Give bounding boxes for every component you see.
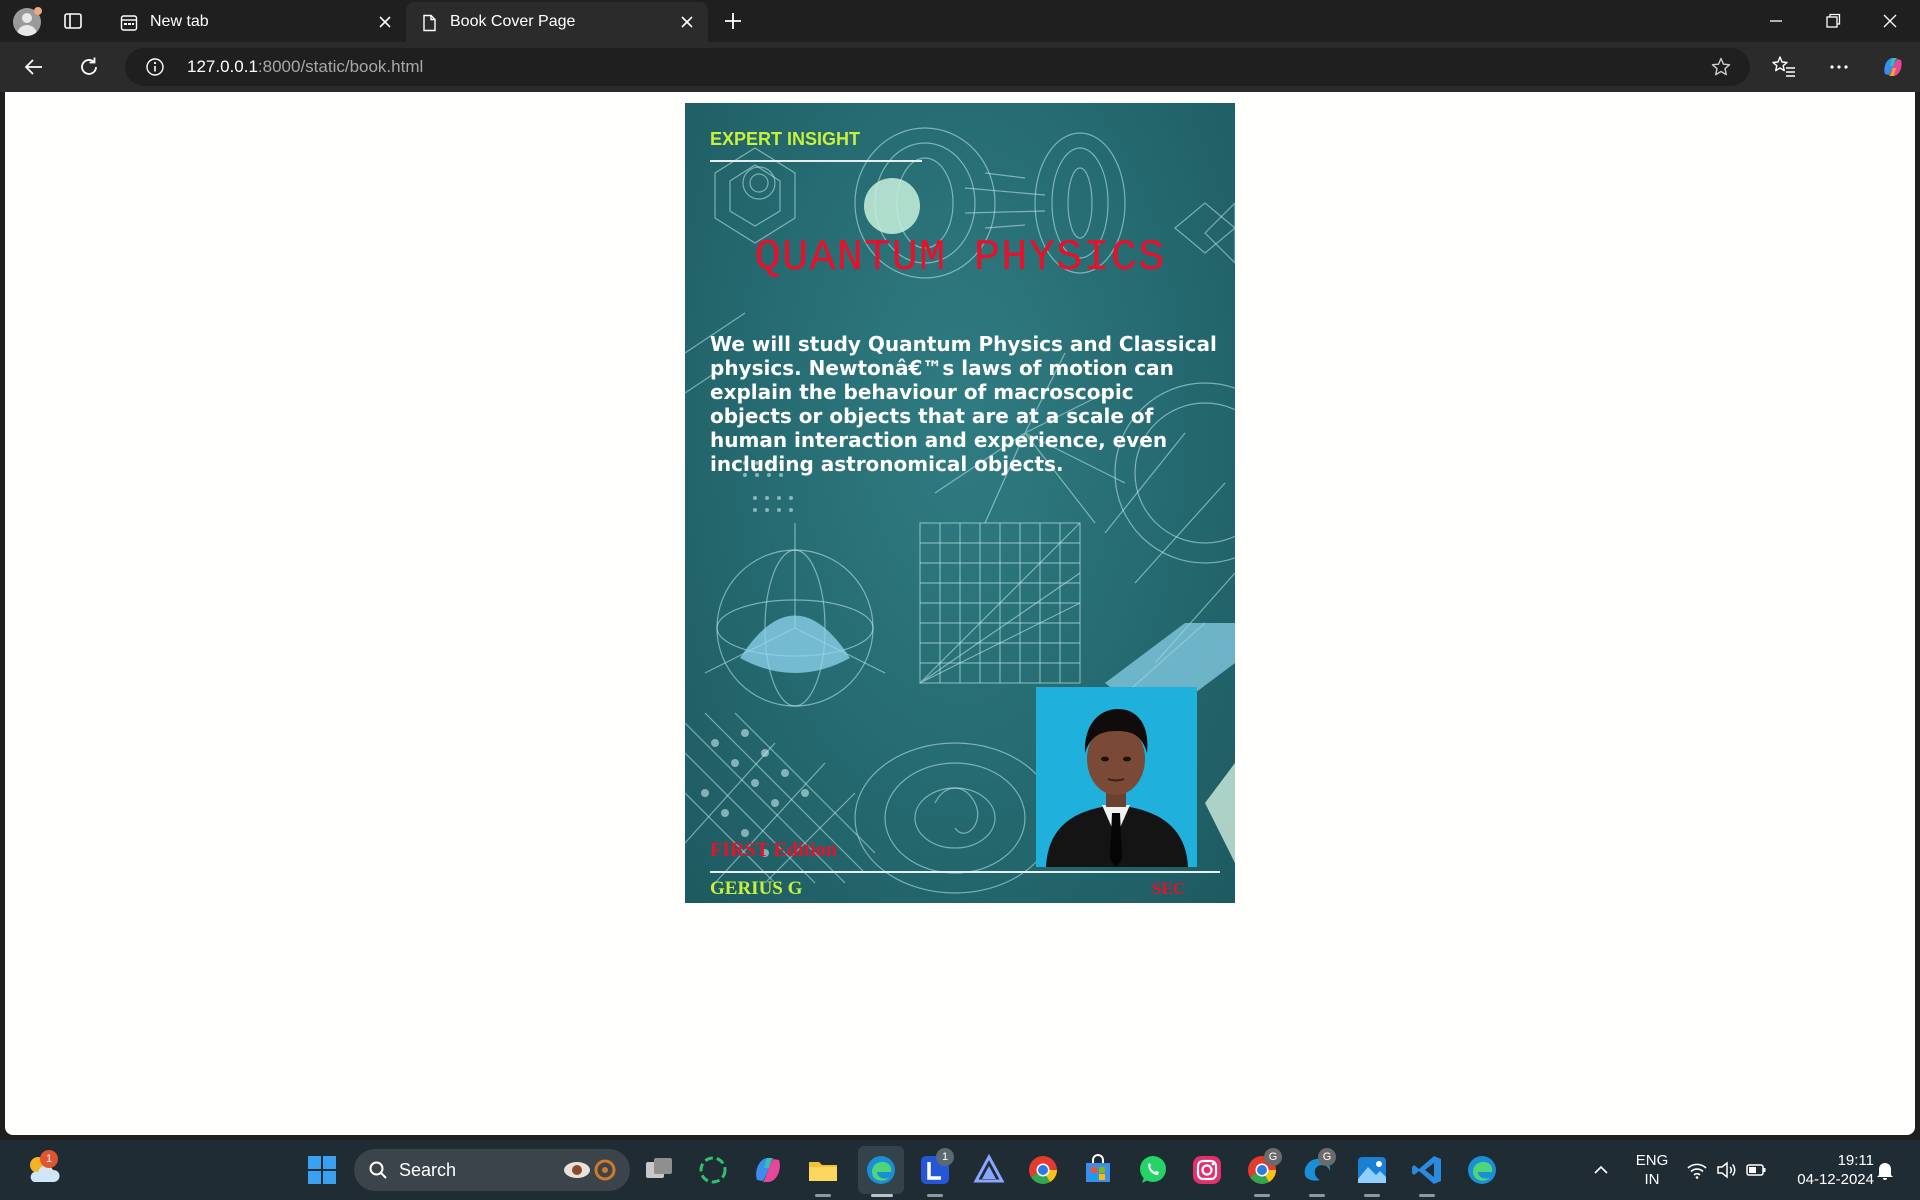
restore-icon[interactable] xyxy=(1822,10,1844,32)
page-viewport: EXPERT INSIGHT QUANTUM PHYSICS We will s… xyxy=(5,92,1915,1135)
refresh-app-icon[interactable] xyxy=(696,1153,730,1187)
chrome-profile-badge: G xyxy=(1264,1148,1282,1166)
notification-bell-icon[interactable] xyxy=(1874,1159,1896,1181)
windows-start-icon[interactable] xyxy=(305,1153,339,1187)
search-highlight-icon xyxy=(564,1159,616,1181)
tab-label: New tab xyxy=(150,13,209,30)
tab-book-cover-page[interactable]: Book Cover Page xyxy=(406,2,708,42)
url-path: :8000/static/book.html xyxy=(257,57,424,76)
author-photo xyxy=(1036,687,1197,867)
weather-badge: 1 xyxy=(40,1150,58,1168)
close-tab-icon[interactable] xyxy=(376,13,394,31)
wifi-icon[interactable] xyxy=(1686,1159,1708,1181)
divider xyxy=(710,871,1220,873)
date: 04-12-2024 xyxy=(1797,1171,1874,1188)
edge-icon[interactable] xyxy=(864,1153,898,1187)
edge-profile-badge: G xyxy=(1318,1148,1336,1166)
language-code: ENG xyxy=(1635,1152,1669,1169)
running-indicator xyxy=(1419,1194,1435,1197)
lens-badge: 1 xyxy=(936,1148,954,1166)
tab-actions-icon[interactable] xyxy=(63,11,83,31)
affine-icon[interactable] xyxy=(972,1153,1006,1187)
publisher-name: SEC xyxy=(1151,879,1185,898)
more-options-icon[interactable] xyxy=(1826,54,1852,80)
search-label: Search xyxy=(399,1160,457,1180)
volume-icon[interactable] xyxy=(1715,1159,1737,1181)
search-icon xyxy=(369,1161,387,1179)
file-explorer-icon[interactable] xyxy=(806,1153,840,1187)
series-label: EXPERT INSIGHT xyxy=(710,129,861,149)
windows-taskbar: 1 Search 1 G G ENG IN 19:11 04-12-2024 xyxy=(0,1140,1920,1200)
chrome-icon[interactable] xyxy=(1026,1153,1060,1187)
edition-label: FIRST Edition xyxy=(710,839,837,861)
minimize-icon[interactable] xyxy=(1765,10,1787,32)
region-code: IN xyxy=(1644,1171,1660,1188)
running-indicator xyxy=(815,1194,831,1197)
site-info-icon[interactable] xyxy=(145,57,165,77)
input-language-indicator[interactable]: ENG IN xyxy=(1632,1151,1672,1189)
vscode-icon[interactable] xyxy=(1410,1153,1444,1187)
copilot-icon[interactable] xyxy=(1880,54,1906,80)
profile-notification-dot xyxy=(34,7,42,15)
new-tab-page-icon xyxy=(120,15,138,31)
battery-icon[interactable] xyxy=(1745,1159,1767,1181)
book-title: QUANTUM PHYSICS xyxy=(754,233,1166,283)
address-bar[interactable]: 127.0.0.1:8000/static/book.html xyxy=(125,48,1750,86)
page-icon xyxy=(423,14,436,32)
title-bar: New tab Book Cover Page xyxy=(0,0,1920,42)
running-indicator xyxy=(871,1194,893,1197)
close-tab-icon[interactable] xyxy=(678,13,696,31)
whatsapp-icon[interactable] xyxy=(1136,1153,1170,1187)
edge-dev-icon[interactable] xyxy=(1465,1153,1499,1187)
taskbar-search-box[interactable]: Search xyxy=(354,1149,630,1191)
back-arrow-icon[interactable] xyxy=(21,54,47,80)
tab-new-tab[interactable]: New tab xyxy=(106,2,406,42)
clock[interactable]: 19:11 04-12-2024 xyxy=(1780,1151,1874,1189)
running-indicator xyxy=(927,1194,943,1197)
url-text[interactable]: 127.0.0.1:8000/static/book.html xyxy=(187,57,423,77)
task-view-icon[interactable] xyxy=(642,1153,676,1187)
instagram-icon[interactable] xyxy=(1190,1153,1224,1187)
author-portrait-illustration xyxy=(1036,687,1197,867)
book-cover: EXPERT INSIGHT QUANTUM PHYSICS We will s… xyxy=(685,103,1235,903)
new-tab-plus-icon[interactable] xyxy=(722,10,744,32)
show-hidden-icons-chevron-icon[interactable] xyxy=(1592,1161,1610,1179)
running-indicator xyxy=(1309,1194,1325,1197)
refresh-icon[interactable] xyxy=(76,54,102,80)
browser-toolbar: 127.0.0.1:8000/static/book.html xyxy=(0,42,1920,92)
tab-label: Book Cover Page xyxy=(450,13,576,30)
store-icon[interactable] xyxy=(1081,1153,1115,1187)
url-host: 127.0.0.1 xyxy=(187,57,258,76)
divider xyxy=(710,160,922,162)
running-indicator xyxy=(1364,1194,1380,1197)
close-window-icon[interactable] xyxy=(1879,10,1901,32)
favorite-star-icon[interactable] xyxy=(1710,56,1732,78)
favorites-list-icon[interactable] xyxy=(1771,54,1797,80)
time: 19:11 xyxy=(1837,1152,1874,1169)
copilot-app-icon[interactable] xyxy=(751,1153,785,1187)
photos-icon[interactable] xyxy=(1355,1153,1389,1187)
author-name: GERIUS G xyxy=(710,878,803,899)
book-description: We will study Quantum Physics and Classi… xyxy=(710,332,1217,476)
running-indicator xyxy=(1254,1194,1270,1197)
